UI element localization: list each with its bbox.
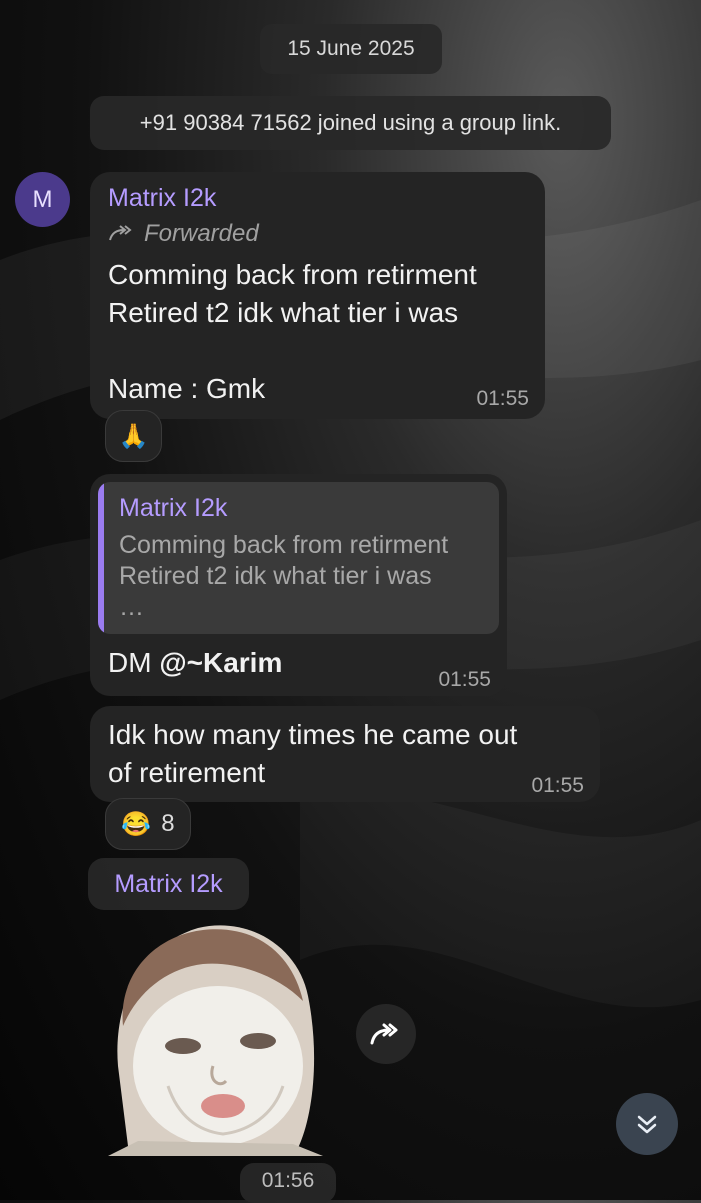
reply-quote[interactable]: Matrix I2k Comming back from retirment R… xyxy=(98,482,499,634)
double-chevron-down-icon xyxy=(637,1115,657,1134)
quote-text: Comming back from retirment Retired t2 i… xyxy=(119,531,449,621)
sticker-time: 01:56 xyxy=(240,1163,336,1203)
forward-icon xyxy=(109,225,132,241)
message-text: DM @~Karim xyxy=(108,644,282,682)
mention-link[interactable]: @~Karim xyxy=(159,647,282,678)
pray-emoji-icon: 🙏 xyxy=(118,422,149,450)
message-text-prefix: DM xyxy=(108,647,160,678)
forwarded-text: Forwarded xyxy=(144,220,259,247)
service-message: +91 90384 71562 joined using a group lin… xyxy=(90,96,611,150)
reaction-chip[interactable]: 🙏 xyxy=(105,410,162,462)
quote-accent-bar xyxy=(98,482,104,634)
baby-face-sticker[interactable] xyxy=(108,916,323,1156)
message-bubble-forwarded[interactable]: Matrix I2k Forwarded Comming back from r… xyxy=(90,172,545,419)
message-time: 01:55 xyxy=(438,668,491,691)
message-time: 01:55 xyxy=(531,774,584,797)
message-text: Idk how many times he came out of retire… xyxy=(108,719,518,788)
forward-sticker-button[interactable] xyxy=(356,1004,416,1064)
message-bubble[interactable]: Idk how many times he came out of retire… xyxy=(90,706,600,802)
avatar[interactable]: M xyxy=(15,172,70,227)
reaction-count: 8 xyxy=(161,810,175,837)
laughing-emoji-icon: 😂 xyxy=(121,810,152,838)
forwarded-label: Forwarded xyxy=(108,220,259,248)
message-time: 01:55 xyxy=(476,387,529,410)
date-separator: 15 June 2025 xyxy=(260,24,442,74)
scroll-to-bottom-button[interactable] xyxy=(616,1093,678,1155)
forward-icon xyxy=(370,1023,398,1045)
message-bubble-reply[interactable]: Matrix I2k Comming back from retirment R… xyxy=(90,474,507,696)
quote-sender: Matrix I2k xyxy=(119,494,228,522)
sender-name[interactable]: Matrix I2k xyxy=(108,184,216,213)
message-text: Comming back from retirment Retired t2 i… xyxy=(108,259,477,404)
reaction-chip[interactable]: 😂 8 xyxy=(105,798,191,850)
sticker-sender-name[interactable]: Matrix I2k xyxy=(88,858,249,910)
